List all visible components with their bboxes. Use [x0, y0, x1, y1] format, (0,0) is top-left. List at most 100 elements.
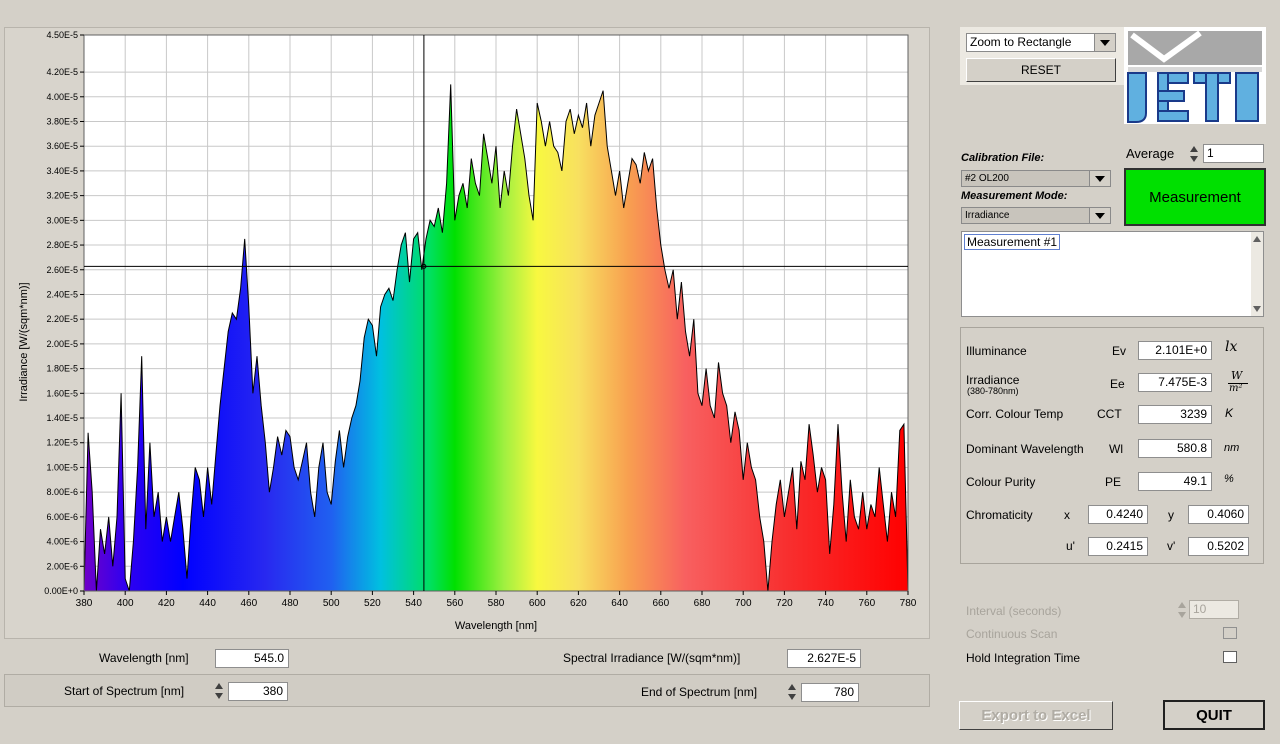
irradiance-unit-num: W [1231, 369, 1243, 382]
average-stepper[interactable] [1189, 145, 1199, 163]
x-tick-label: 420 [158, 598, 175, 609]
x-tick-label: 520 [364, 598, 381, 609]
x-tick-label: 440 [199, 598, 216, 609]
list-item[interactable]: Measurement #1 [964, 234, 1061, 250]
x-tick-label: 500 [323, 598, 340, 609]
x-tick-label: 700 [735, 598, 752, 609]
y-tick-label: 3.40E-5 [46, 166, 78, 176]
cursor-wavelength-label: Wavelength [nm] [99, 651, 189, 665]
calibration-label: Calibration File: [961, 152, 1045, 164]
x-axis-ticks: 380 400 420 440 460 480 500 520 540 560 580 600 620 6… [76, 591, 917, 609]
x-tick-label: 580 [488, 598, 505, 609]
end-spectrum-label: End of Spectrum [nm] [641, 685, 758, 699]
end-spectrum-stepper[interactable] [787, 683, 797, 701]
y-tick-label: 4.00E-6 [46, 537, 78, 547]
hold-integration-checkbox[interactable] [1223, 651, 1237, 663]
quit-button[interactable]: QUIT [1163, 700, 1265, 730]
irradiance-symbol: Ee [1110, 377, 1125, 391]
y-tick-label: 6.00E-6 [46, 512, 78, 522]
illuminance-symbol: Ev [1112, 344, 1127, 358]
average-field[interactable]: 1 [1203, 144, 1264, 163]
x-tick-label: 620 [570, 598, 587, 609]
x-tick-label: 380 [76, 598, 93, 609]
chroma-y-field[interactable]: 0.4060 [1188, 505, 1249, 524]
y-tick-label: 2.60E-5 [46, 265, 78, 275]
y-tick-label: 1.00E-5 [46, 462, 78, 472]
y-tick-label: 4.00E-5 [46, 92, 78, 102]
measurement-list[interactable]: Measurement #1 [961, 231, 1264, 317]
cct-field[interactable]: 3239 [1138, 405, 1212, 424]
y-axis-label: Irradiance [W/(sqm*nm)] [18, 282, 30, 401]
y-tick-label: 2.40E-5 [46, 289, 78, 299]
irradiance-label: Irradiance [966, 373, 1020, 387]
x-tick-label: 640 [611, 598, 628, 609]
y-tick-label: 2.00E-6 [46, 561, 78, 571]
chevron-down-icon[interactable] [1094, 34, 1115, 51]
x-tick-label: 400 [117, 598, 134, 609]
irradiance-field[interactable]: 7.475E-3 [1138, 373, 1212, 392]
zoom-select[interactable]: Zoom to Rectangle [966, 33, 1116, 52]
continuous-scan-checkbox[interactable] [1223, 627, 1237, 639]
calibration-select[interactable]: #2 OL200 [961, 170, 1111, 187]
purity-field[interactable]: 49.1 [1138, 472, 1212, 491]
chroma-v-label: v' [1167, 539, 1176, 553]
x-tick-label: 660 [652, 598, 669, 609]
chevron-down-icon[interactable] [1089, 171, 1110, 186]
spectrum-chart-panel: 0.00E+0 2.00E-6 4.00E-6 6.00E-6 8.00E-6 1.00E… [4, 27, 930, 639]
dominant-field[interactable]: 580.8 [1138, 439, 1212, 458]
interval-stepper[interactable] [1177, 601, 1187, 619]
measurement-button[interactable]: Measurement [1124, 168, 1266, 226]
y-tick-label: 2.00E-5 [46, 339, 78, 349]
x-tick-label: 540 [405, 598, 422, 609]
irradiance-sublabel: (380-780nm) [967, 386, 1019, 396]
dominant-label: Dominant Wavelength [966, 442, 1084, 456]
dominant-symbol: Wl [1109, 442, 1123, 456]
interval-field[interactable]: 10 [1189, 600, 1239, 619]
measurement-mode-value: Irradiance [965, 210, 1010, 221]
calibration-select-value: #2 OL200 [965, 173, 1009, 184]
spectrum-chart[interactable]: 0.00E+0 2.00E-6 4.00E-6 6.00E-6 8.00E-6 1.00E… [5, 28, 929, 638]
chroma-v-field[interactable]: 0.5202 [1188, 537, 1249, 556]
end-spectrum-field[interactable]: 780 [801, 683, 859, 702]
y-tick-label: 3.20E-5 [46, 191, 78, 201]
illuminance-field[interactable]: 2.101E+0 [1138, 341, 1212, 360]
x-tick-label: 680 [694, 598, 711, 609]
y-tick-label: 3.80E-5 [46, 116, 78, 126]
y-tick-label: 1.20E-5 [46, 438, 78, 448]
chroma-u-label: u' [1066, 539, 1075, 553]
x-tick-label: 460 [240, 598, 257, 609]
x-tick-label: 740 [817, 598, 834, 609]
y-tick-label: 3.00E-5 [46, 215, 78, 225]
dominant-unit: nm [1224, 442, 1240, 454]
y-tick-label: 3.60E-5 [46, 141, 78, 151]
y-tick-label: 1.80E-5 [46, 364, 78, 374]
purity-label: Colour Purity [966, 475, 1036, 489]
start-spectrum-stepper[interactable] [214, 682, 224, 700]
chroma-x-label: x [1064, 508, 1070, 522]
x-tick-label: 760 [858, 598, 875, 609]
irradiance-unit-den: m² [1229, 383, 1243, 394]
x-axis-label: Wavelength [nm] [455, 620, 537, 632]
measurement-mode-select[interactable]: Irradiance [961, 207, 1111, 224]
x-tick-label: 720 [776, 598, 793, 609]
chroma-x-field[interactable]: 0.4240 [1088, 505, 1148, 524]
chroma-u-field[interactable]: 0.2415 [1088, 537, 1148, 556]
list-scrollbar[interactable] [1251, 232, 1263, 316]
average-label: Average [1126, 146, 1175, 161]
reset-button[interactable]: RESET [966, 58, 1116, 82]
cct-label: Corr. Colour Temp [966, 407, 1064, 421]
continuous-scan-label: Continuous Scan [966, 627, 1058, 641]
purity-unit: % [1224, 473, 1234, 485]
interval-label: Interval (seconds) [966, 604, 1062, 618]
hold-integration-label: Hold Integration Time [966, 651, 1081, 665]
cct-unit: K [1225, 406, 1234, 420]
jeti-logo [1124, 27, 1266, 124]
cursor-irradiance-field[interactable]: 2.627E-5 [787, 649, 861, 668]
y-tick-label: 4.20E-5 [46, 67, 78, 77]
chevron-down-icon[interactable] [1089, 208, 1110, 223]
export-excel-button[interactable]: Export to Excel [959, 701, 1113, 730]
cursor-irradiance-label: Spectral Irradiance [W/(sqm*nm)] [563, 651, 741, 665]
start-spectrum-field[interactable]: 380 [228, 682, 288, 701]
x-tick-label: 780 [900, 598, 917, 609]
cursor-wavelength-field[interactable]: 545.0 [215, 649, 289, 668]
